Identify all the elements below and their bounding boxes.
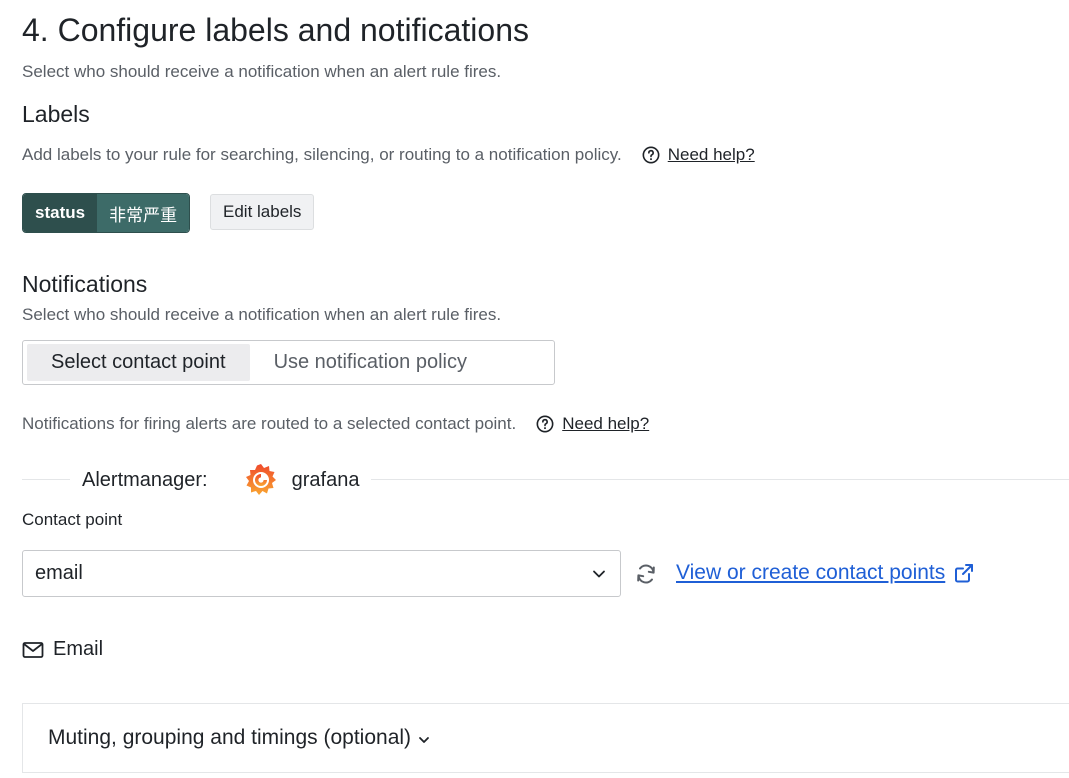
tab-select-contact-point[interactable]: Select contact point bbox=[27, 344, 250, 381]
labels-need-help-link[interactable]: Need help? bbox=[668, 145, 755, 165]
contact-point-label: Contact point bbox=[22, 510, 123, 529]
alertmanager-row: Alertmanager: grafana bbox=[70, 460, 372, 500]
muting-grouping-timings-label: Muting, grouping and timings (optional) bbox=[48, 726, 412, 749]
integration-row: Email bbox=[22, 638, 103, 661]
page-subtitle: Select who should receive a notification… bbox=[22, 62, 502, 81]
tab-use-notification-policy[interactable]: Use notification policy bbox=[250, 344, 491, 381]
chevron-down-icon bbox=[593, 570, 605, 577]
routing-mode-toggle: Select contact point Use notification po… bbox=[22, 340, 555, 385]
label-key: status bbox=[23, 194, 98, 232]
labels-description: Add labels to your rule for searching, s… bbox=[22, 145, 622, 164]
contact-point-value: email bbox=[35, 562, 83, 584]
notifications-description: Notifications for firing alerts are rout… bbox=[22, 414, 517, 433]
notifications-description-row: Notifications for firing alerts are rout… bbox=[22, 414, 649, 434]
notifications-subtitle: Select who should receive a notification… bbox=[22, 305, 502, 324]
sync-icon[interactable] bbox=[634, 562, 658, 586]
notifications-heading: Notifications bbox=[22, 271, 148, 297]
integration-name: Email bbox=[53, 638, 104, 660]
alertmanager-label: Alertmanager: bbox=[82, 468, 208, 491]
edit-labels-button[interactable]: Edit labels bbox=[210, 194, 315, 230]
notifications-need-help-link[interactable]: Need help? bbox=[562, 414, 649, 434]
label-value: 非常严重 bbox=[97, 194, 190, 232]
external-link-icon bbox=[955, 564, 974, 583]
labels-heading: Labels bbox=[22, 101, 90, 127]
grafana-logo bbox=[245, 464, 276, 495]
chevron-down-icon bbox=[419, 737, 429, 743]
page-title: 4. Configure labels and notifications bbox=[22, 12, 529, 48]
envelope-icon bbox=[22, 641, 44, 658]
question-circle-icon bbox=[642, 146, 660, 164]
alertmanager-name: grafana bbox=[291, 468, 360, 491]
label-chip[interactable]: status 非常严重 bbox=[22, 193, 191, 233]
view-contact-points-link[interactable]: View or create contact points bbox=[676, 561, 975, 585]
question-circle-icon bbox=[536, 415, 554, 433]
contact-point-select[interactable]: email bbox=[22, 550, 621, 597]
view-contact-points-text: View or create contact points bbox=[676, 561, 946, 584]
labels-description-row: Add labels to your rule for searching, s… bbox=[22, 145, 755, 165]
muting-grouping-timings-toggle[interactable]: Muting, grouping and timings (optional) bbox=[22, 703, 1069, 773]
